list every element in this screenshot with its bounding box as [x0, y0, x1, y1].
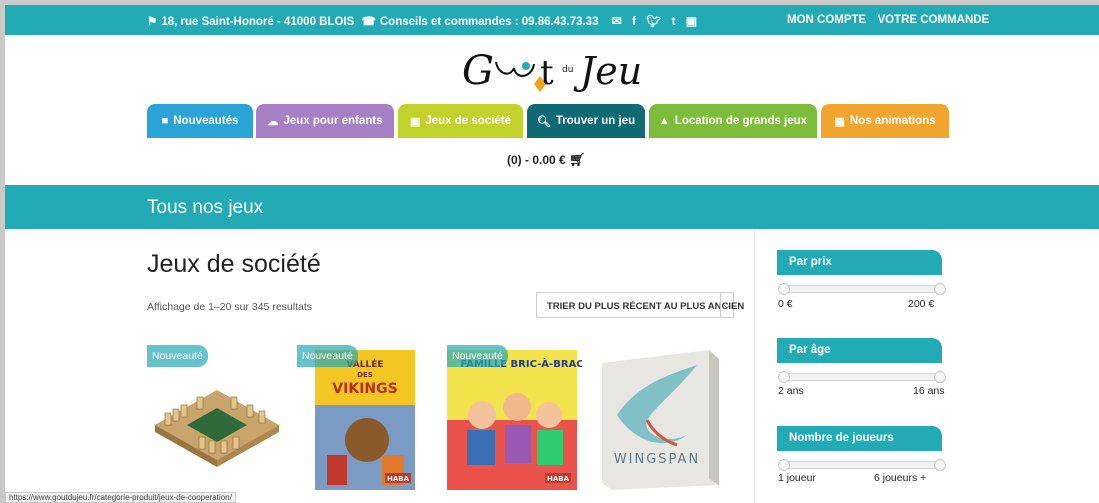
- result-count: Affichage de 1–20 sur 345 resultats: [147, 301, 313, 313]
- players-slider-min-handle[interactable]: [778, 459, 790, 471]
- product-card[interactable]: Nouveauté FAMILLE BRIC-À-BRAC HABA: [447, 345, 584, 495]
- tab-nouveautes[interactable]: ■ Nouveautés: [147, 104, 253, 138]
- shapes-icon: ▲: [658, 115, 670, 127]
- cart-total: (0) - 0.00 €: [507, 153, 566, 167]
- product-title: WINGSPAN: [614, 452, 700, 467]
- tab-location-grands-jeux[interactable]: ▲ Location de grands jeux: [649, 104, 817, 138]
- cart-summary[interactable]: (0) - 0.00 € 🛒︎: [507, 152, 586, 168]
- status-bar-url: https://www.goutdujeu.fr/categorie-produ…: [5, 492, 236, 503]
- calendar-icon: ▦: [834, 115, 845, 128]
- cloud-icon: ☁: [267, 115, 279, 128]
- price-max: 200 €: [908, 298, 935, 310]
- puzzle-icon: ▣: [409, 115, 421, 128]
- tab-jeux-societe[interactable]: ▣ Jeux de société: [398, 104, 523, 138]
- product-card[interactable]: Nouveauté VALLÉE DES VIKINGS HABA: [297, 345, 432, 495]
- tab-label: Nos animations: [849, 115, 936, 127]
- players-max: 6 joueurs +: [874, 472, 927, 484]
- sort-select[interactable]: TRIER DU PLUS RÉCENT AU PLUS ANCIEN ⌵: [536, 292, 744, 318]
- filter-players-title: Nombre de joueurs: [777, 426, 942, 451]
- filter-age-title: Par âge: [777, 338, 942, 363]
- contact-info: ⚑ 18, rue Saint-Honoré - 41000 BLOIS ☎ Con…: [147, 14, 704, 28]
- my-order-link[interactable]: VOTRE COMMANDE: [877, 14, 989, 26]
- mail-icon[interactable]: ✉: [612, 14, 622, 28]
- bookmark-icon: ■: [161, 115, 169, 127]
- age-slider-min-handle[interactable]: [778, 371, 790, 383]
- price-slider-min-handle[interactable]: [778, 283, 790, 295]
- price-slider-max-handle[interactable]: [934, 283, 946, 295]
- logo-du: du: [562, 65, 573, 75]
- svg-text:VIKINGS: VIKINGS: [332, 381, 397, 397]
- tab-label: Jeux pour enfants: [283, 115, 383, 127]
- svg-text:t: t: [540, 53, 554, 93]
- top-info-bar: ⚑ 18, rue Saint-Honoré - 41000 BLOIS ☎ Con…: [5, 5, 1099, 35]
- age-slider-max-handle[interactable]: [934, 371, 946, 383]
- product-card[interactable]: Nouveauté: [147, 345, 282, 495]
- tumblr-icon[interactable]: t: [672, 14, 676, 28]
- tab-label: Trouver un jeu: [555, 115, 636, 127]
- players-slider[interactable]: [778, 459, 946, 471]
- svg-text:DES: DES: [357, 371, 373, 379]
- new-badge: Nouveauté: [147, 345, 208, 367]
- age-min: 2 ans: [778, 385, 804, 397]
- page-banner: Tous nos jeux: [5, 185, 1099, 229]
- product-image: WINGSPAN: [602, 350, 719, 490]
- tab-label: Location de grands jeux: [674, 115, 808, 127]
- product-image: FAMILLE BRIC-À-BRAC HABA: [447, 350, 584, 490]
- search-icon: 🔍︎: [536, 115, 551, 128]
- chevron-down-icon: ⌵: [720, 293, 733, 317]
- tab-nos-animations[interactable]: ▦ Nos animations: [821, 104, 949, 138]
- price-slider[interactable]: [778, 283, 946, 295]
- product-brand: HABA: [547, 475, 570, 483]
- sidebar-divider: [754, 229, 755, 503]
- tab-trouver-jeu[interactable]: 🔍︎ Trouver un jeu: [527, 104, 645, 138]
- age-slider[interactable]: [778, 371, 946, 383]
- banner-title: Tous nos jeux: [147, 197, 264, 218]
- product-card[interactable]: WINGSPAN: [597, 345, 732, 495]
- age-max: 16 ans: [913, 385, 945, 397]
- new-badge: Nouveauté: [297, 345, 358, 367]
- address: 18, rue Saint-Honoré - 41000 BLOIS: [161, 16, 355, 28]
- svg-text:G: G: [462, 48, 494, 94]
- players-slider-max-handle[interactable]: [934, 459, 946, 471]
- map-marker-icon: ⚑: [147, 16, 158, 28]
- page-title: Jeux de société: [147, 250, 321, 278]
- phone[interactable]: Conseils et commandes : 09.86.43.73.33: [380, 16, 599, 28]
- product-image: [155, 390, 279, 467]
- phone-icon: ☎: [361, 16, 376, 28]
- product-brand: HABA: [387, 475, 410, 483]
- tab-label: Nouveautés: [173, 115, 239, 127]
- site-logo[interactable]: G t du Jeu: [462, 42, 692, 100]
- tab-jeux-enfants[interactable]: ☁ Jeux pour enfants: [256, 104, 394, 138]
- flickr-icon[interactable]: ▣: [686, 14, 697, 28]
- sort-label: TRIER DU PLUS RÉCENT AU PLUS ANCIEN: [547, 301, 745, 312]
- tab-label: Jeux de société: [425, 115, 512, 127]
- twitter-icon[interactable]: 🐦︎: [646, 14, 661, 28]
- price-min: 0 €: [778, 298, 793, 310]
- facebook-icon[interactable]: f: [632, 14, 636, 28]
- logo-jeu: Jeu: [573, 49, 642, 93]
- product-image: VALLÉE DES VIKINGS HABA: [315, 350, 415, 490]
- my-account-link[interactable]: MON COMPTE: [787, 14, 866, 26]
- players-min: 1 joueur: [778, 472, 816, 484]
- cart-icon: 🛒︎: [569, 152, 586, 167]
- filter-price-title: Par prix: [777, 250, 942, 275]
- new-badge: Nouveauté: [447, 345, 508, 367]
